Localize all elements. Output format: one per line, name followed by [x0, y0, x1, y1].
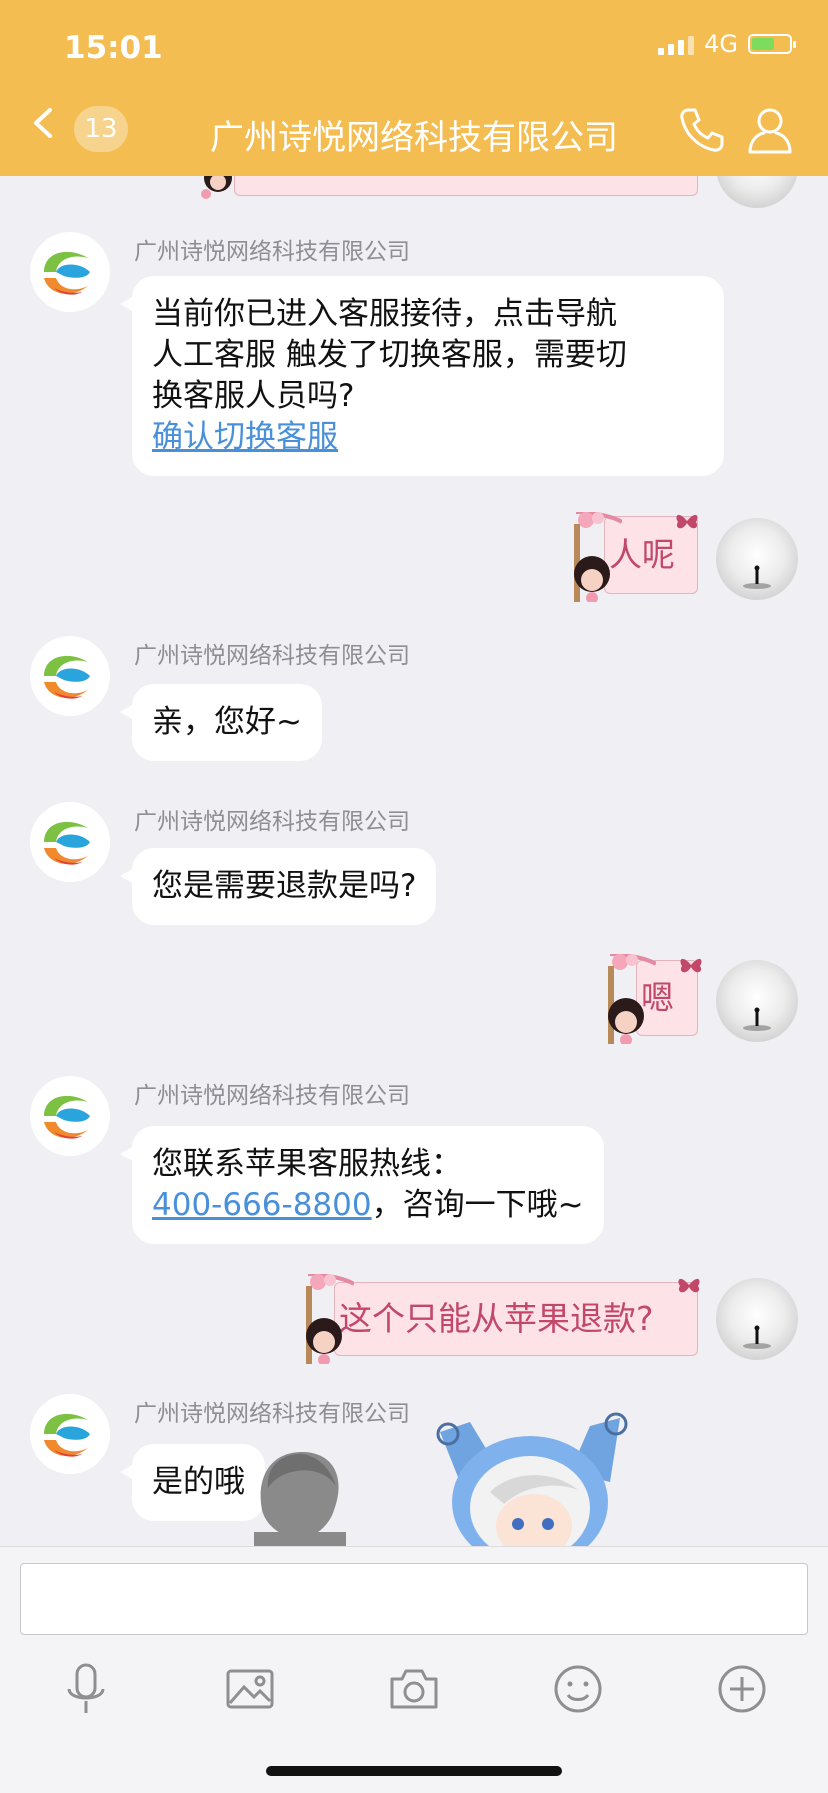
plus-icon[interactable]: [712, 1659, 772, 1719]
message-text: 您是需要退款是吗?: [152, 868, 417, 904]
sender-name: 广州诗悦网络科技有限公司: [134, 239, 410, 265]
butterfly-icon: [680, 958, 702, 973]
user-avatar[interactable]: [716, 518, 798, 600]
message-line: 换客服人员吗?: [152, 378, 355, 414]
message-bubble: 是的哦: [120, 1444, 265, 1521]
user-avatar[interactable]: [716, 1278, 798, 1360]
sender-name: 广州诗悦网络科技有限公司: [134, 1401, 410, 1427]
chat-message-list[interactable]: 广州诗悦网络科技有限公司 当前你已进入客服接待，点击导航 人工客服 触发了切换客…: [0, 176, 828, 1546]
message-bubble: 您联系苹果客服热线： 400-666-8800，咨询一下哦~: [120, 1126, 604, 1244]
message-text: ，咨询一下哦~: [371, 1187, 584, 1223]
phone-icon[interactable]: [676, 104, 728, 156]
message-line: 人工客服 触发了切换客服，需要切: [152, 337, 627, 373]
message-line: 当前你已进入客服接待，点击导航: [152, 296, 617, 332]
company-logo-avatar[interactable]: [30, 232, 110, 312]
message-bubble: 您是需要退款是吗?: [119, 848, 437, 925]
sender-name: 广州诗悦网络科技有限公司: [134, 643, 410, 669]
nav-header: 15:01 4G 13 广州诗悦网络科技有限公司: [0, 0, 828, 176]
sticker-girl-icon: [574, 512, 622, 602]
phone-number-link[interactable]: 400-666-8800: [152, 1187, 372, 1223]
message-bubble: 亲，您好~: [120, 684, 322, 761]
camera-icon[interactable]: [384, 1659, 444, 1719]
microphone-icon[interactable]: [56, 1659, 116, 1719]
status-time: 15:01: [64, 30, 163, 66]
network-type: 4G: [704, 30, 738, 58]
sender-name: 广州诗悦网络科技有限公司: [134, 809, 410, 835]
emoji-icon[interactable]: [548, 1659, 608, 1719]
signal-icon: [658, 33, 695, 55]
company-logo-avatar[interactable]: [30, 636, 110, 716]
company-logo-avatar[interactable]: [30, 1076, 110, 1156]
grey-character-sticker: [254, 1452, 346, 1546]
person-icon[interactable]: [744, 104, 796, 156]
user-avatar[interactable]: [716, 960, 798, 1042]
message-line: 400-666-8800，咨询一下哦~: [152, 1185, 584, 1226]
butterfly-icon: [676, 514, 698, 529]
message-bubble: 当前你已进入客服接待，点击导航 人工客服 触发了切换客服，需要切 换客服人员吗?…: [120, 276, 724, 476]
partial-message-bubble: [234, 176, 698, 196]
anime-character-sticker: [436, 1412, 628, 1546]
sticker-girl-icon: [608, 954, 656, 1044]
message-input[interactable]: [20, 1563, 808, 1635]
composer-bar: [0, 1546, 828, 1793]
butterfly-icon: [678, 1278, 700, 1293]
message-text: 这个只能从苹果退款?: [339, 1299, 654, 1338]
message-line: 您联系苹果客服热线：: [152, 1146, 462, 1182]
silhouette-icon: [743, 1007, 771, 1031]
sticker-girl-icon: [306, 1274, 354, 1364]
confirm-switch-link[interactable]: 确认切换客服: [152, 417, 704, 458]
message-text: 亲，您好~: [152, 704, 302, 740]
home-indicator: [266, 1766, 562, 1776]
user-avatar[interactable]: [716, 176, 798, 208]
sticker-girl-icon: [201, 176, 232, 199]
silhouette-icon: [743, 1325, 771, 1349]
battery-icon: [748, 34, 796, 54]
message-text: 是的哦: [152, 1464, 245, 1500]
sender-name: 广州诗悦网络科技有限公司: [134, 1083, 410, 1109]
image-icon[interactable]: [220, 1659, 280, 1719]
company-logo-avatar[interactable]: [30, 802, 110, 882]
silhouette-icon: [743, 565, 771, 589]
message-bubble: 这个只能从苹果退款?: [334, 1282, 698, 1356]
company-logo-avatar[interactable]: [30, 1394, 110, 1474]
status-indicators: 4G: [658, 30, 796, 58]
